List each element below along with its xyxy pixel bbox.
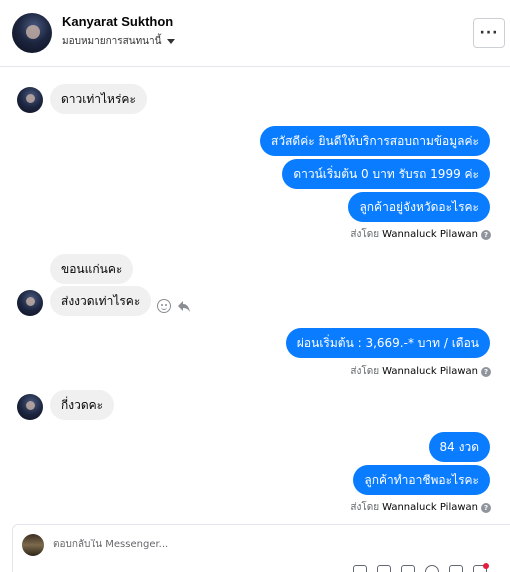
message-incoming[interactable]: ส่งงวดเท่าไรคะ (50, 286, 152, 316)
sent-by-name[interactable]: Wannaluck Pilawan (382, 229, 478, 240)
sent-by-prefix: ส่งโดย (350, 366, 380, 377)
like-icon[interactable] (449, 565, 463, 572)
contact-name[interactable]: Kanyarat Sukthon (62, 14, 173, 29)
sent-by-name[interactable]: Wannaluck Pilawan (382, 366, 478, 377)
contact-avatar-small (17, 394, 43, 420)
saved-reply-icon[interactable] (377, 565, 391, 572)
message-outgoing[interactable]: 84 งวด (428, 432, 490, 462)
contact-avatar-small (17, 87, 43, 113)
reply-icon[interactable] (176, 298, 192, 314)
message-outgoing[interactable]: ผ่อนเริ่มต้น : 3,669.-* บาท / เดือน (285, 328, 490, 358)
message-incoming[interactable]: กี่งวดคะ (50, 390, 115, 420)
emoji-icon[interactable] (425, 565, 439, 572)
message-outgoing[interactable]: สวัสดีค่ะ ยินดีให้บริการสอบถามข้อมูลค่ะ (260, 126, 490, 156)
more-options-button[interactable]: ··· (473, 18, 505, 48)
reply-composer (12, 524, 510, 572)
sent-by-prefix: ส่งโดย (350, 502, 380, 513)
message-thread: ดาวเท่าไหร่คะ สวัสดีค่ะ ยินดีให้บริการสอ… (0, 67, 510, 522)
image-icon[interactable] (401, 565, 415, 572)
composer-toolbar (353, 565, 487, 572)
page-avatar (22, 534, 44, 556)
conversation-header: Kanyarat Sukthon มอบหมายการสนทนานี้ ··· (0, 0, 510, 67)
info-icon[interactable]: ? (481, 502, 491, 513)
message-outgoing[interactable]: ดาวน์เริ่มต้น 0 บาท รับรถ 1999 ค่ะ (282, 159, 490, 189)
info-icon[interactable]: ? (481, 366, 491, 377)
sent-by-label: ส่งโดย Wannaluck Pilawan ? (350, 227, 491, 242)
message-outgoing[interactable]: ลูกค้าอยู่จังหวัดอะไรคะ (348, 192, 490, 222)
message-incoming[interactable]: ดาวเท่าไหร่คะ (50, 84, 147, 114)
assign-conversation-dropdown[interactable]: มอบหมายการสนทนานี้ (62, 34, 176, 49)
caret-down-icon (167, 39, 176, 44)
sent-by-name[interactable]: Wannaluck Pilawan (382, 502, 478, 513)
sent-by-prefix: ส่งโดย (350, 229, 380, 240)
contact-avatar[interactable] (12, 13, 52, 53)
contact-avatar-small (17, 290, 43, 316)
notification-dot (483, 563, 489, 569)
sent-by-label: ส่งโดย Wannaluck Pilawan ? (350, 500, 491, 515)
sent-by-label: ส่งโดย Wannaluck Pilawan ? (350, 364, 491, 379)
message-outgoing[interactable]: ลูกค้าทำอาชีพอะไรคะ (353, 465, 490, 495)
attachment-icon[interactable] (353, 565, 367, 572)
info-icon[interactable]: ? (481, 229, 491, 240)
assign-conversation-label: มอบหมายการสนทนานี้ (62, 36, 162, 47)
message-incoming[interactable]: ขอนแก่นคะ (50, 254, 134, 284)
reply-input[interactable] (53, 539, 353, 550)
react-icon[interactable] (157, 299, 171, 313)
